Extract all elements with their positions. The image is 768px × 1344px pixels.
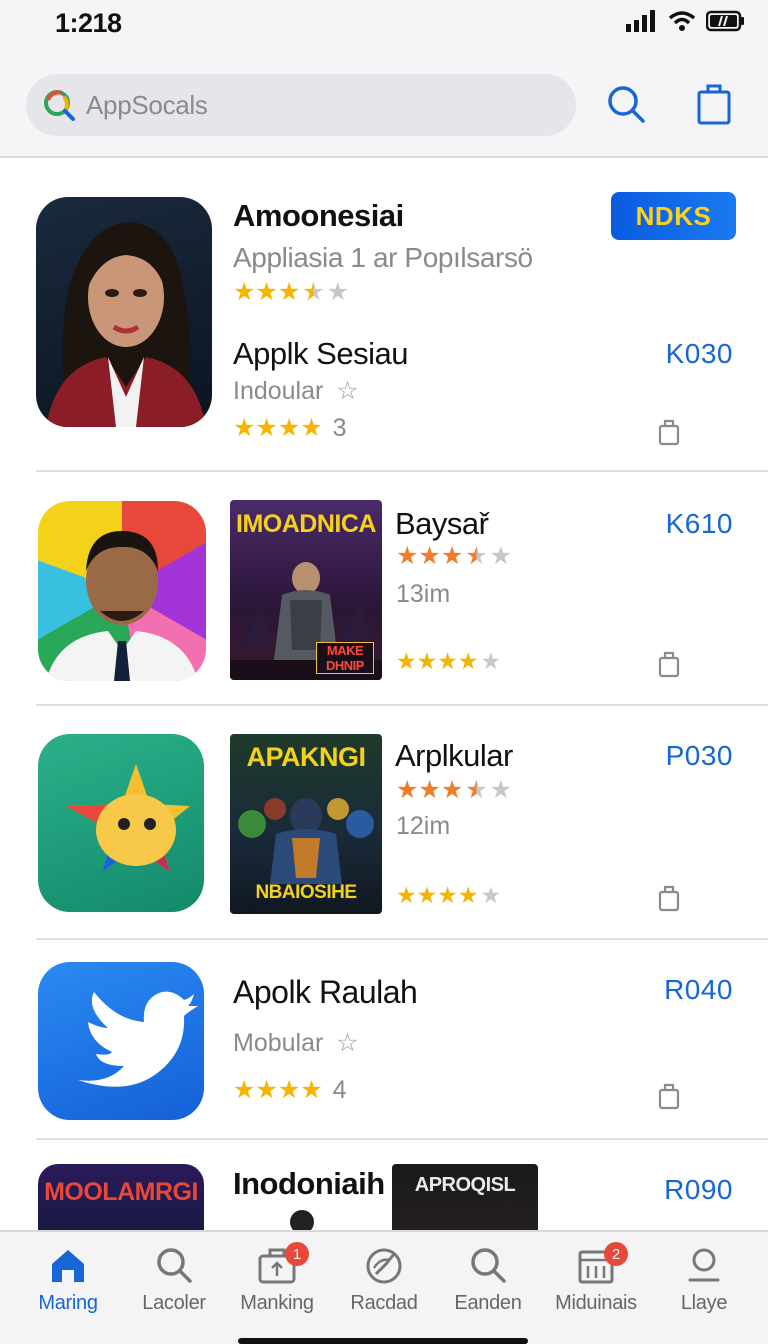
tab-label: Lacoler bbox=[142, 1292, 206, 1314]
app-category: Mobular ☆ bbox=[233, 1028, 359, 1058]
tab-racdad[interactable]: Racdad bbox=[334, 1246, 434, 1315]
app-meta: 13im bbox=[396, 580, 451, 608]
avatar bbox=[290, 1210, 314, 1230]
category-label: Mobular bbox=[233, 1029, 324, 1057]
app-icon-bird[interactable] bbox=[38, 962, 204, 1120]
app-title[interactable]: Arplkular bbox=[395, 738, 513, 774]
game-poster[interactable]: APAKNGI NBAIOSIHE bbox=[230, 734, 382, 914]
tab-lacoler[interactable]: Lacoler bbox=[124, 1246, 224, 1315]
star-rating: ★★★★★ bbox=[396, 648, 502, 674]
bag-icon[interactable] bbox=[658, 418, 680, 446]
search-icon bbox=[157, 1248, 192, 1283]
battery-icon bbox=[706, 10, 744, 32]
search-bar[interactable]: AppSocals bbox=[26, 74, 576, 136]
tab-eanden[interactable]: Eanden bbox=[438, 1246, 538, 1315]
app-subtitle: Appliasia 1 ar Popılsarsö bbox=[233, 242, 533, 273]
tab-label: Racdad bbox=[350, 1292, 418, 1314]
star-rating: ★★★★★ bbox=[233, 278, 350, 306]
signal-icon bbox=[626, 10, 655, 32]
bag-icon[interactable] bbox=[658, 884, 680, 912]
home-indicator bbox=[238, 1338, 528, 1344]
tab-manking[interactable]: 1 Manking bbox=[227, 1242, 327, 1315]
game-poster[interactable]: APROQISL bbox=[392, 1164, 538, 1230]
home-icon bbox=[52, 1250, 84, 1282]
app-title[interactable]: Inodoniaih bbox=[233, 1166, 385, 1202]
price-label[interactable]: K030 bbox=[666, 338, 733, 370]
header: 1:218 AppSocals bbox=[0, 0, 768, 158]
tab-llaye[interactable]: Llaye bbox=[654, 1246, 754, 1315]
app-icon-portrait[interactable] bbox=[38, 501, 206, 681]
person-icon bbox=[688, 1248, 720, 1282]
status-icons bbox=[626, 10, 746, 32]
star-rating: ★★★★★ bbox=[396, 882, 502, 908]
search-icon[interactable] bbox=[602, 80, 650, 128]
search-icon bbox=[471, 1248, 506, 1283]
poster-title: APROQISL bbox=[414, 1174, 516, 1196]
list-item[interactable]: Amoonesiai Appliasia 1 ar Popılsarsö NDK… bbox=[0, 160, 768, 472]
app-title[interactable]: Baysař bbox=[395, 506, 489, 542]
notification-badge: 1 bbox=[285, 1242, 309, 1266]
list-item[interactable]: IMOADNICA MAKE DHNIP Baysař ★★★ ★ ★ 13im ★… bbox=[0, 472, 768, 704]
tab-label: Eanden bbox=[454, 1292, 522, 1314]
app-secondary-title[interactable]: Applk Sesiau bbox=[233, 336, 408, 372]
bag-icon[interactable] bbox=[690, 80, 738, 128]
tab-label: Llaye bbox=[680, 1292, 728, 1314]
app-icon-star[interactable] bbox=[38, 734, 204, 912]
tab-label: Miduinais bbox=[555, 1292, 637, 1314]
tab-label: Manking bbox=[240, 1292, 314, 1314]
price-label[interactable]: P030 bbox=[666, 740, 733, 772]
game-poster[interactable]: IMOADNICA MAKE DHNIP bbox=[230, 500, 382, 680]
search-input[interactable]: AppSocals bbox=[86, 90, 208, 121]
star-rating: ★★★★★ bbox=[396, 776, 513, 804]
list-item[interactable]: Apolk Raulah Mobular ☆ ★★★★ 4 R040 bbox=[0, 940, 768, 1138]
star-outline-icon: ☆ bbox=[336, 377, 359, 405]
poster-caption: NBAIOSIHE bbox=[255, 882, 357, 903]
notification-badge: 2 bbox=[604, 1242, 628, 1266]
price-label[interactable]: K610 bbox=[666, 508, 733, 540]
price-label[interactable]: R090 bbox=[664, 1174, 733, 1206]
app-icon-portrait[interactable] bbox=[36, 197, 212, 427]
tab-bar: Maring Lacoler 1 Manking Racdad Eanden 2… bbox=[0, 1230, 768, 1344]
compass-icon bbox=[366, 1248, 402, 1284]
star-rating: ★★★★ 3 bbox=[233, 414, 347, 442]
rating-count: 4 bbox=[332, 1076, 347, 1104]
tab-miduinais[interactable]: 2 Miduinais bbox=[546, 1242, 646, 1315]
star-outline-icon: ☆ bbox=[336, 1029, 359, 1057]
wifi-icon bbox=[668, 11, 696, 31]
category-label: Indoular bbox=[233, 377, 324, 405]
game-poster[interactable]: MOOLAMRGI bbox=[38, 1164, 204, 1230]
app-title[interactable]: Apolk Raulah bbox=[233, 974, 418, 1011]
poster-caption: MAKE DHNIP bbox=[316, 642, 374, 674]
app-category: Indoular ☆ bbox=[233, 376, 359, 406]
price-label[interactable]: R040 bbox=[664, 974, 733, 1006]
bag-icon[interactable] bbox=[658, 1082, 680, 1110]
app-meta: 12im bbox=[396, 812, 451, 840]
get-button[interactable]: NDKS bbox=[611, 192, 736, 240]
star-rating: ★★★★★ bbox=[396, 542, 513, 570]
app-title[interactable]: Amoonesiai bbox=[233, 198, 404, 234]
star-rating: ★★★★ 4 bbox=[233, 1076, 347, 1104]
tab-label: Maring bbox=[38, 1292, 98, 1314]
list-item[interactable]: MOOLAMRGI Inodoniaih APROQISL R090 bbox=[0, 1140, 768, 1230]
tab-maring[interactable]: Maring bbox=[18, 1246, 118, 1315]
bag-icon[interactable] bbox=[658, 650, 680, 678]
status-time: 1:218 bbox=[55, 8, 122, 38]
poster-title: MOOLAMRGI bbox=[44, 1178, 198, 1206]
list-item[interactable]: APAKNGI NBAIOSIHE Arplkular ★★★ ★ ★ 12im ★… bbox=[0, 706, 768, 938]
search-logo-icon bbox=[44, 90, 75, 121]
rating-count: 3 bbox=[332, 414, 347, 442]
